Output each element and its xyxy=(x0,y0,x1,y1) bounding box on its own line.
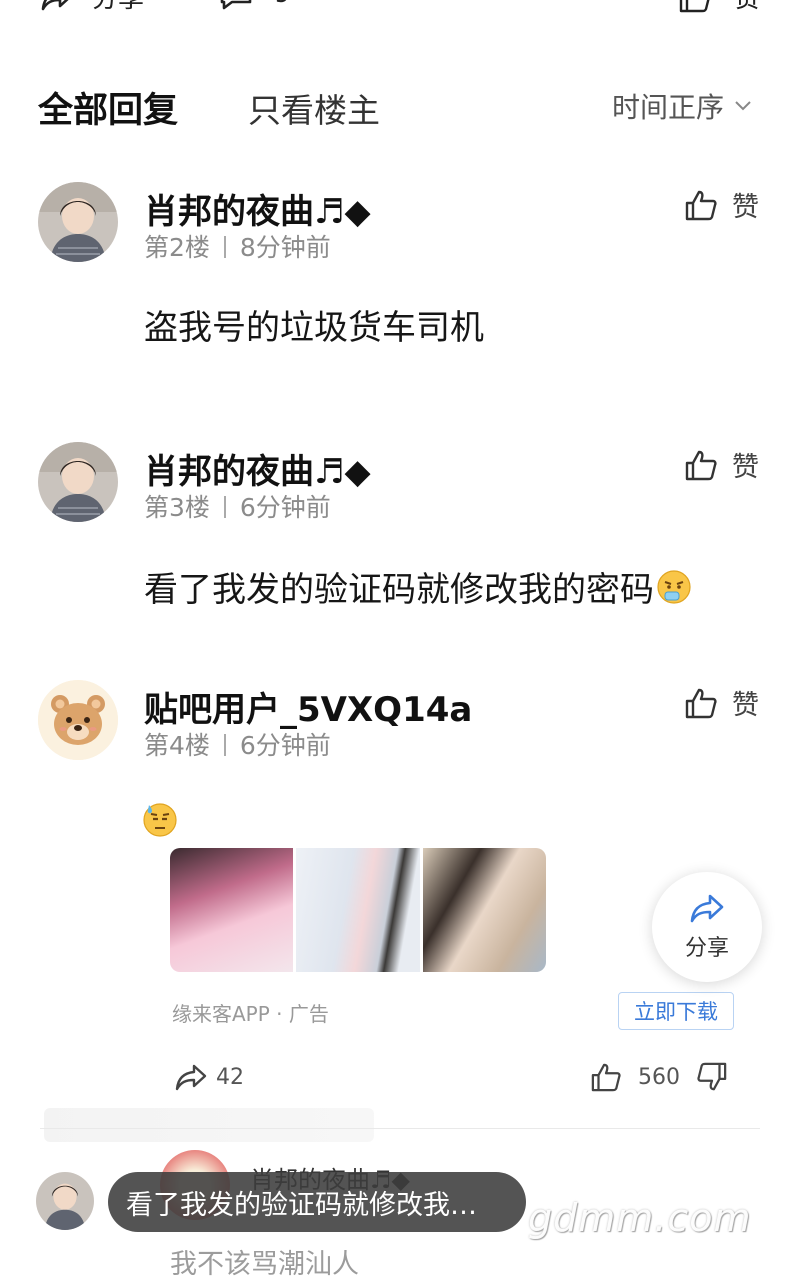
reply-text: 我不该骂潮汕人 xyxy=(170,1249,359,1280)
comment-like-button[interactable]: 赞 xyxy=(684,445,759,484)
comment-icon xyxy=(220,0,252,10)
thumbs-up-icon xyxy=(685,450,717,480)
angry-emoji-icon xyxy=(657,569,691,604)
comment-text: 看了我发的验证码就修改我的密码 xyxy=(144,570,654,610)
bear-avatar-icon xyxy=(38,680,118,760)
like-label: 赞 xyxy=(732,452,759,483)
comment-text: 盗我号的垃圾货车司机 xyxy=(144,308,484,348)
thumbs-up-icon xyxy=(591,1063,621,1092)
share-fab-label: 分享 xyxy=(684,936,729,961)
toast-message: 看了我发的验证码就修改我… xyxy=(108,1172,526,1232)
share-fab-button[interactable]: 分享 xyxy=(652,872,762,982)
thumbs-up-icon xyxy=(685,688,717,718)
ad-image xyxy=(170,848,294,972)
like-count-button[interactable]: 560 xyxy=(590,1062,680,1092)
top-share-button[interactable]: 分享 xyxy=(40,0,144,15)
user-photo-icon xyxy=(38,442,118,522)
comment-meta: 第3楼 6分钟前 xyxy=(144,488,331,524)
comment-username[interactable]: 肖邦的夜曲♬◆ xyxy=(144,444,371,493)
top-share-label: 分享 xyxy=(92,0,144,15)
top-comment-count: 9 xyxy=(274,0,291,9)
top-like-label: 赞 xyxy=(734,0,760,15)
ad-image-strip[interactable] xyxy=(170,848,546,972)
comment-username[interactable]: 贴吧用户_5VXQ14a xyxy=(144,682,472,731)
sort-dropdown[interactable]: 时间正序 xyxy=(612,86,752,126)
share-count-button[interactable]: 42 xyxy=(174,1062,244,1092)
user-photo-icon xyxy=(36,1172,94,1230)
thumbs-up-icon xyxy=(685,190,717,220)
avatar[interactable] xyxy=(38,182,118,262)
share-count: 42 xyxy=(216,1064,244,1090)
comment-meta: 第4楼 6分钟前 xyxy=(144,726,331,762)
user-photo-icon xyxy=(38,182,118,262)
comment-floor: 第3楼 xyxy=(144,493,210,522)
tab-all-replies[interactable]: 全部回复 xyxy=(38,82,178,133)
top-action-bar: 分享 9 赞 xyxy=(0,0,799,18)
sort-label: 时间正序 xyxy=(612,91,725,124)
ad-source: 缘来客APP · 广告 xyxy=(172,1002,329,1026)
comment-time: 6分钟前 xyxy=(239,493,331,522)
like-label: 赞 xyxy=(732,192,759,223)
download-button[interactable]: 立即下载 xyxy=(618,992,734,1030)
comment-time: 6分钟前 xyxy=(239,731,331,760)
avatar[interactable] xyxy=(38,442,118,522)
chevron-down-icon xyxy=(735,101,751,111)
top-like-button[interactable]: 赞 xyxy=(678,0,760,15)
comment-time: 8分钟前 xyxy=(239,233,331,262)
thumbs-down-icon xyxy=(697,1062,727,1091)
thumbs-up-icon xyxy=(679,0,710,12)
comment-like-button[interactable]: 赞 xyxy=(684,185,759,224)
tab-op-only[interactable]: 只看楼主 xyxy=(248,84,380,132)
ad-image xyxy=(422,848,546,972)
share-icon xyxy=(690,894,724,923)
share-icon xyxy=(175,1064,207,1091)
divider xyxy=(40,1128,760,1129)
comment-username[interactable]: 肖邦的夜曲♬◆ xyxy=(144,184,371,233)
ad-image xyxy=(296,848,420,972)
comment-floor: 第2楼 xyxy=(144,233,210,262)
like-label: 赞 xyxy=(732,690,759,721)
comment-like-button[interactable]: 赞 xyxy=(684,683,759,722)
comment-body: 看了我发的验证码就修改我的密码 xyxy=(144,562,692,611)
sweat-emoji-icon xyxy=(142,802,178,842)
watermark: gdmm.com xyxy=(528,1196,752,1240)
like-count: 560 xyxy=(638,1064,680,1090)
avatar[interactable] xyxy=(36,1172,94,1230)
share-icon xyxy=(41,0,68,10)
dislike-button[interactable] xyxy=(696,1062,728,1092)
comment-floor: 第4楼 xyxy=(144,731,210,760)
comment-meta: 第2楼 8分钟前 xyxy=(144,228,331,264)
top-comment-button[interactable]: 9 xyxy=(218,0,291,10)
blurred-overlay xyxy=(44,1108,374,1142)
avatar[interactable] xyxy=(38,680,118,760)
